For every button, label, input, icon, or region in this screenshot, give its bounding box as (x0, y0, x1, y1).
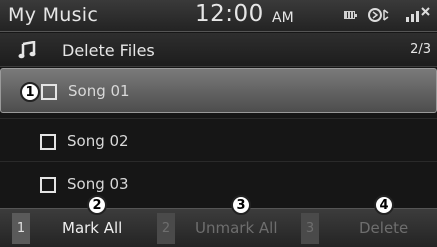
button-label: Delete (359, 219, 409, 237)
button-bar: 1 Mark All 2 Unmark All 3 Delete (0, 208, 437, 247)
clock-time: 12:00 (195, 1, 264, 27)
song-title: Song 03 (67, 175, 129, 193)
list-item[interactable]: Song 01 (0, 68, 437, 113)
button-number: 2 (157, 213, 175, 244)
music-note-icon (18, 41, 36, 59)
song-checkbox[interactable] (40, 177, 56, 193)
unmark-all-button[interactable]: 2 Unmark All (157, 209, 297, 247)
button-label: Unmark All (195, 219, 278, 237)
delete-button[interactable]: 3 Delete (301, 209, 437, 247)
list-header: Delete Files 2/3 (0, 33, 437, 67)
music-screen: My Music 12:00 AM Delete Files 2/3 Song … (0, 0, 437, 247)
button-label: Mark All (62, 219, 123, 237)
list-item[interactable]: Song 02 (0, 118, 437, 163)
song-checkbox[interactable] (40, 134, 56, 150)
app-title: My Music (8, 4, 99, 26)
button-number: 3 (301, 213, 319, 244)
list-item[interactable]: Song 03 (0, 161, 437, 206)
page-title: Delete Files (62, 41, 155, 60)
status-bar: My Music 12:00 AM (0, 0, 437, 32)
bluetooth-audio-icon (368, 8, 389, 22)
clock-ampm: AM (272, 10, 294, 26)
battery-icon (344, 11, 357, 19)
button-number: 1 (12, 213, 30, 244)
callout-marker: 1 (20, 82, 40, 102)
callout-marker: 4 (374, 195, 394, 215)
page-indicator: 2/3 (410, 42, 431, 57)
song-checkbox[interactable] (41, 84, 57, 100)
callout-marker: 2 (87, 195, 107, 215)
song-title: Song 01 (68, 82, 130, 100)
mark-all-button[interactable]: 1 Mark All (12, 209, 152, 247)
signal-icon (406, 7, 430, 22)
song-title: Song 02 (67, 132, 129, 150)
callout-marker: 3 (231, 195, 251, 215)
